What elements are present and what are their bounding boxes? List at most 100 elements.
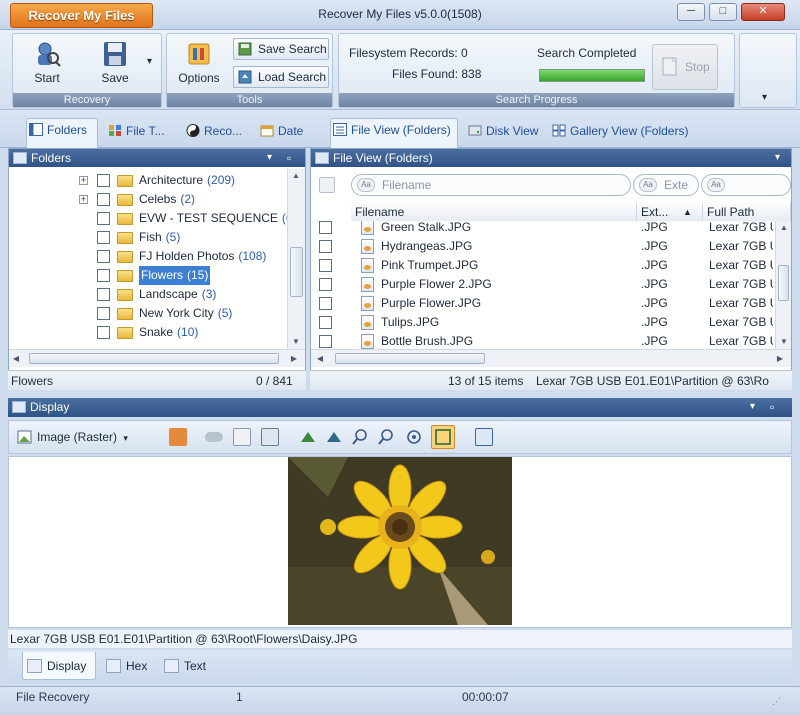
file-scroll-right-icon[interactable]: ▶ [773,354,787,363]
tab-file-view-folders[interactable]: File View (Folders) [330,118,458,148]
folder-checkbox[interactable] [97,326,110,339]
folder-name: Flowers [141,268,184,282]
image-mode-dropdown[interactable]: Image (Raster) ▾ [17,427,128,447]
folder-tree-item[interactable]: Snake (10) [9,323,287,342]
display-dropdown-icon[interactable]: ▾ [750,398,755,416]
folder-checkbox[interactable] [97,288,110,301]
scroll-down-icon[interactable]: ▼ [289,337,303,346]
file-checkbox[interactable] [319,240,332,253]
tab-date[interactable]: Date [258,120,303,142]
rotate-left-icon[interactable] [299,428,317,446]
eye-icon[interactable] [205,432,223,442]
path-filter-input[interactable]: Aa [701,174,791,196]
file-scroll-left-icon[interactable]: ◀ [313,354,327,363]
file-list-row[interactable]: Tulips.JPG .JPG Lexar 7GB U [311,313,775,332]
full-path-column-header[interactable]: Full Path [703,203,791,221]
file-scroll-down-icon[interactable]: ▼ [777,337,791,346]
fit-to-window-icon[interactable] [431,425,455,449]
file-list-vertical-scrollbar[interactable]: ▲ ▼ [775,221,791,349]
filename-filter-input[interactable]: Aa Filename [351,174,631,196]
scroll-up-icon[interactable]: ▲ [289,171,303,180]
panels-icon[interactable] [475,428,493,446]
file-list-row[interactable]: Purple Flower.JPG .JPG Lexar 7GB U [311,294,775,313]
scroll-right-icon[interactable]: ▶ [287,354,301,363]
zoom-out-icon[interactable] [377,428,395,446]
file-hscroll-thumb[interactable] [335,353,485,364]
ribbon-options-button[interactable]: ▾ [739,33,797,108]
display-pin-icon[interactable]: ▫ [770,398,774,416]
folder-checkbox[interactable] [97,193,110,206]
folders-hscroll-thumb[interactable] [29,353,279,364]
export-icon[interactable] [169,428,187,446]
tab-gallery-view-folders[interactable]: Gallery View (Folders) [550,120,688,142]
minimize-button[interactable]: ─ [677,3,705,21]
file-scroll-up-icon[interactable]: ▲ [777,223,791,232]
file-name-cell: Pink Trumpet.JPG [381,258,479,272]
folder-tree-item[interactable]: EVW - TEST SEQUENCE(6 [9,209,287,228]
file-scroll-thumb[interactable] [778,265,789,301]
tab-hex[interactable]: Hex [102,652,147,680]
file-checkbox[interactable] [319,335,332,348]
folder-tree-item[interactable]: New York City (5) [9,304,287,323]
app-menu-button[interactable]: Recover My Files [10,3,153,28]
save-search-button[interactable]: Save Search [233,38,329,60]
expand-icon[interactable]: + [79,195,88,204]
extension-column-header[interactable]: Ext... ▲ [637,203,703,221]
tab-display[interactable]: Display [22,652,96,680]
save-button[interactable]: Save [85,38,145,88]
clear-filters-icon[interactable] [319,177,335,193]
folder-checkbox[interactable] [97,212,110,225]
folder-checkbox[interactable] [97,231,110,244]
load-search-button[interactable]: Load Search [233,66,329,88]
tab-text[interactable]: Text [160,652,206,680]
zoom-in-icon[interactable] [351,428,369,446]
file-list-row[interactable]: Pink Trumpet.JPG .JPG Lexar 7GB U [311,256,775,275]
options-button[interactable]: Options [169,38,229,88]
tab-recovery[interactable]: Reco... [184,120,242,142]
tab-disk-view[interactable]: Disk View [466,120,538,142]
file-list-row[interactable]: Purple Flower 2.JPG .JPG Lexar 7GB U [311,275,775,294]
file-view-dropdown-icon[interactable]: ▾ [775,149,780,167]
extension-filter-input[interactable]: Aa Exte [633,174,699,196]
file-list-row[interactable]: Green Stalk.JPG .JPG Lexar 7GB U [311,221,775,237]
save-dropdown-icon[interactable]: ▾ [147,56,152,67]
pan-icon[interactable] [405,428,423,446]
folders-scroll-thumb[interactable] [290,247,303,297]
folder-tree-item[interactable]: Fish (5) [9,228,287,247]
file-checkbox[interactable] [319,221,332,234]
file-checkbox[interactable] [319,259,332,272]
folder-checkbox[interactable] [97,174,110,187]
resize-grip-icon[interactable]: ⋰ [772,691,786,706]
expand-icon[interactable]: + [79,176,88,185]
folder-checkbox[interactable] [97,250,110,263]
folder-tree-item[interactable]: + Architecture (209) [9,171,287,190]
close-button[interactable]: ✕ [741,3,785,21]
folders-dropdown-icon[interactable]: ▾ [267,149,272,167]
tab-file-type[interactable]: File T... [106,120,164,142]
folder-checkbox[interactable] [97,307,110,320]
file-checkbox[interactable] [319,316,332,329]
folder-tree-item[interactable]: Flowers (15) [9,266,287,285]
folders-pin-icon[interactable]: ▫ [287,149,291,167]
file-list-row[interactable]: Bottle Brush.JPG .JPG Lexar 7GB U [311,332,775,349]
file-path-cell: Lexar 7GB U [709,334,773,348]
scroll-left-icon[interactable]: ◀ [9,354,23,363]
file-list-row[interactable]: Hydrangeas.JPG .JPG Lexar 7GB U [311,237,775,256]
folders-vertical-scrollbar[interactable]: ▲ ▼ [287,169,305,349]
filename-column-header[interactable]: Filename [351,203,637,221]
rotate-right-icon[interactable] [325,428,343,446]
folder-tree-item[interactable]: Landscape (3) [9,285,287,304]
tab-folders[interactable]: Folders [26,118,98,148]
folders-horizontal-scrollbar[interactable]: ◀ ▶ [9,349,305,367]
folder-checkbox[interactable] [97,269,110,282]
folder-tree-item[interactable]: FJ Holden Photos (108) [9,247,287,266]
start-button[interactable]: Start [17,38,77,88]
file-list-horizontal-scrollbar[interactable]: ◀ ▶ [311,349,791,367]
folder-tree-item[interactable]: + Celebs (2) [9,190,287,209]
file-checkbox[interactable] [319,297,332,310]
copy-icon[interactable] [233,428,251,446]
print-icon[interactable] [261,428,279,446]
maximize-button[interactable]: □ [709,3,737,21]
stop-button[interactable]: Stop [652,44,718,90]
file-checkbox[interactable] [319,278,332,291]
